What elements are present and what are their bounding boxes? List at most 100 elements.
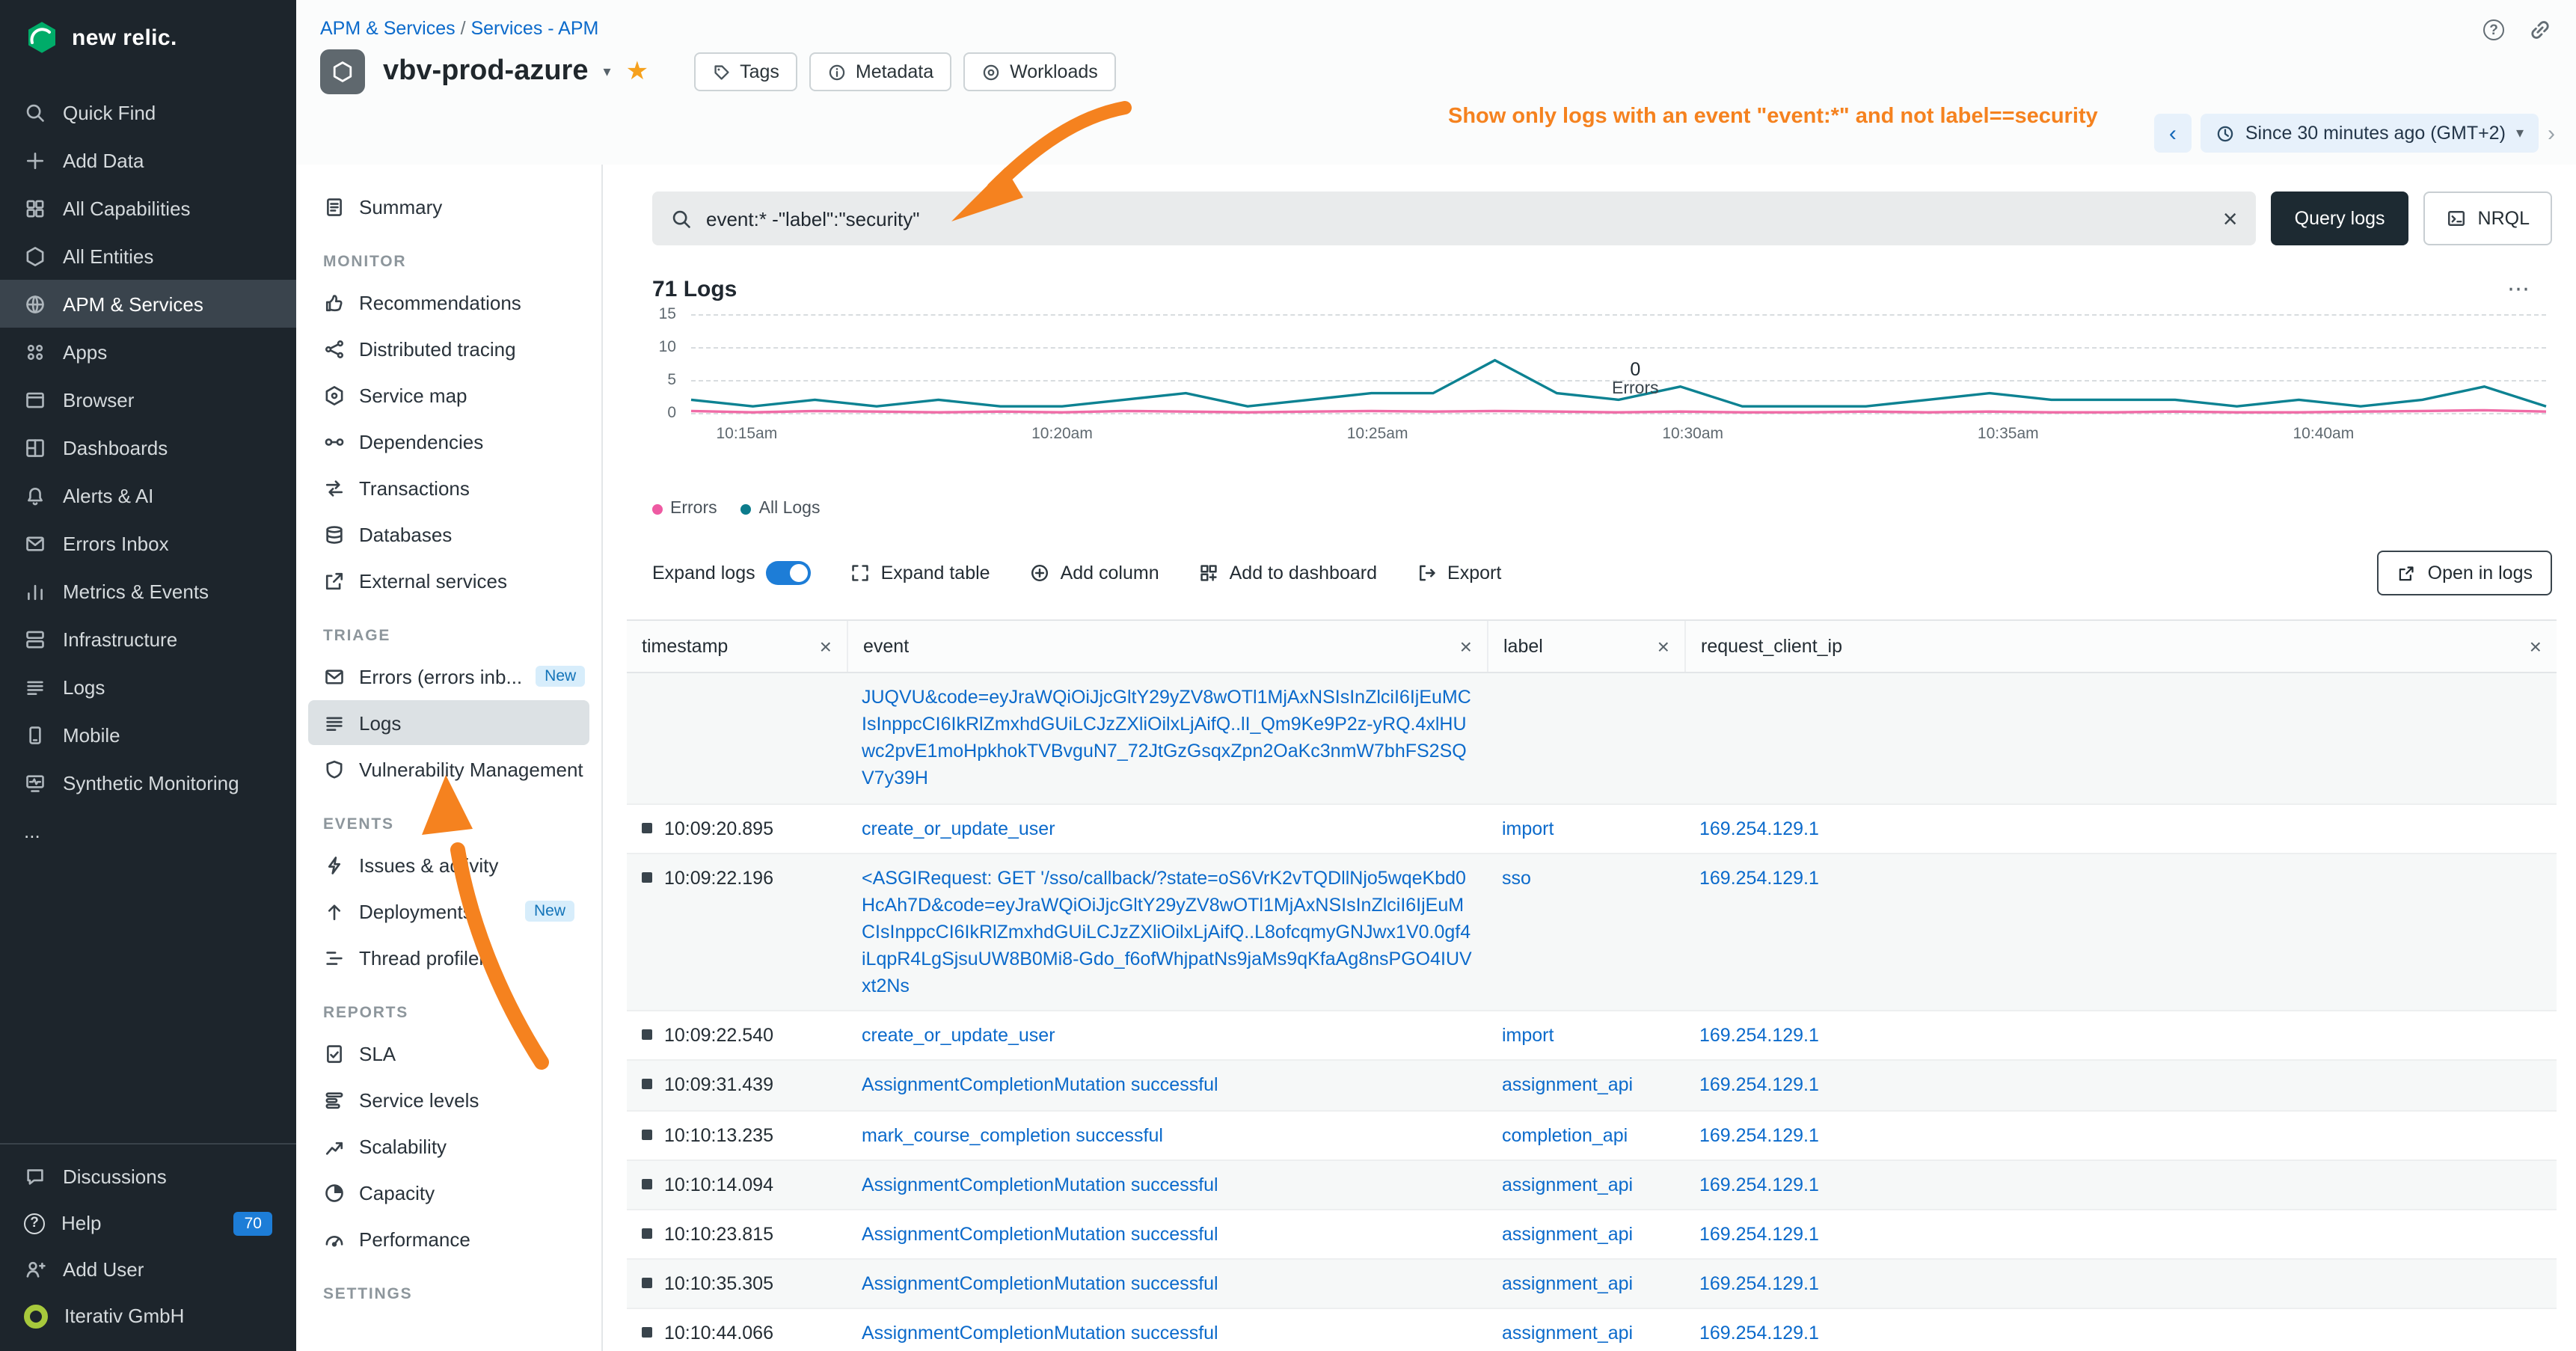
clear-query-icon[interactable]: × <box>2223 206 2238 231</box>
event-link[interactable]: AssignmentCompletionMutation successful <box>862 1273 1218 1294</box>
event-link[interactable]: create_or_update_user <box>862 818 1055 839</box>
ip-link[interactable]: 169.254.129.1 <box>1699 1026 1819 1047</box>
sidebar-item-item[interactable]: ... <box>0 806 296 854</box>
remove-column-icon[interactable]: × <box>1657 636 1669 657</box>
nav-item-issues-activity[interactable]: Issues & activity <box>308 842 589 887</box>
ip-link[interactable]: 169.254.129.1 <box>1699 867 1819 888</box>
ip-link[interactable]: 169.254.129.1 <box>1699 1224 1819 1245</box>
label-link[interactable]: assignment_api <box>1502 1273 1633 1294</box>
more-options-icon[interactable]: ⋯ <box>2507 275 2531 302</box>
newrelic-logo[interactable]: new relic. <box>0 0 296 70</box>
column-header-event[interactable]: event× <box>847 621 1487 672</box>
sidebar-item-all-capabilities[interactable]: All Capabilities <box>0 184 296 232</box>
nav-item-thread-profiler[interactable]: Thread profiler <box>308 935 589 980</box>
table-row[interactable]: 10:10:14.094AssignmentCompletionMutation… <box>627 1160 2557 1210</box>
event-link[interactable]: JUQVU&code=eyJraWQiOiJjcGltY29yZV8wOTl1M… <box>862 687 1471 789</box>
sidebar-item-mobile[interactable]: Mobile <box>0 711 296 759</box>
nav-item-deployments[interactable]: DeploymentsNew <box>308 889 589 934</box>
sidebar-item-dashboards[interactable]: Dashboards <box>0 423 296 471</box>
logs-query-input[interactable] <box>706 207 2209 230</box>
remove-column-icon[interactable]: × <box>1460 636 1472 657</box>
label-link[interactable]: sso <box>1502 867 1531 888</box>
add-to-dashboard-button[interactable]: Add to dashboard <box>1198 563 1377 583</box>
column-header-request-client-ip[interactable]: request_client_ip× <box>1684 621 2557 672</box>
sidebar-item-synthetic-monitoring[interactable]: Synthetic Monitoring <box>0 759 296 806</box>
time-back-button[interactable]: ‹ <box>2154 114 2192 153</box>
nav-item-errors-errors-inb[interactable]: Errors (errors inb...New <box>308 654 589 699</box>
row-handle-icon[interactable] <box>642 1228 652 1239</box>
sidebar-item-discussions[interactable]: Discussions <box>0 1154 296 1200</box>
table-row[interactable]: 10:10:13.235mark_course_completion succe… <box>627 1111 2557 1160</box>
row-handle-icon[interactable] <box>642 1030 652 1041</box>
sidebar-item-logs[interactable]: Logs <box>0 663 296 711</box>
nav-item-service-map[interactable]: Service map <box>308 373 589 417</box>
event-link[interactable]: AssignmentCompletionMutation successful <box>862 1224 1218 1245</box>
nav-item-recommendations[interactable]: Recommendations <box>308 280 589 325</box>
nav-item-vulnerability-management[interactable]: Vulnerability Management <box>308 747 589 791</box>
legend-all-logs[interactable]: All Logs <box>741 500 821 518</box>
workloads-button[interactable]: Workloads <box>963 52 1116 91</box>
sidebar-item-add-user[interactable]: Add User <box>0 1246 296 1293</box>
add-column-button[interactable]: Add column <box>1029 563 1159 583</box>
nav-item-transactions[interactable]: Transactions <box>308 465 589 510</box>
nav-item-dependencies[interactable]: Dependencies <box>308 419 589 464</box>
row-handle-icon[interactable] <box>642 822 652 833</box>
nav-item-summary[interactable]: Summary <box>308 184 589 229</box>
sidebar-item-add-data[interactable]: Add Data <box>0 136 296 184</box>
table-row[interactable]: 10:10:35.305AssignmentCompletionMutation… <box>627 1260 2557 1309</box>
table-row[interactable]: 10:10:23.815AssignmentCompletionMutation… <box>627 1210 2557 1260</box>
ip-link[interactable]: 169.254.129.1 <box>1699 1124 1819 1145</box>
table-row[interactable]: 10:09:22.540create_or_update_userimport1… <box>627 1012 2557 1062</box>
row-handle-icon[interactable] <box>642 871 652 882</box>
sidebar-item-apps[interactable]: Apps <box>0 328 296 376</box>
nav-item-service-levels[interactable]: Service levels <box>308 1077 589 1122</box>
nav-item-sla[interactable]: SLA <box>308 1031 589 1076</box>
ip-link[interactable]: 169.254.129.1 <box>1699 818 1819 839</box>
row-handle-icon[interactable] <box>642 1327 652 1338</box>
event-link[interactable]: AssignmentCompletionMutation successful <box>862 1323 1218 1344</box>
ip-link[interactable]: 169.254.129.1 <box>1699 1273 1819 1294</box>
row-handle-icon[interactable] <box>642 1129 652 1139</box>
remove-column-icon[interactable]: × <box>820 636 832 657</box>
table-row[interactable]: JUQVU&code=eyJraWQiOiJjcGltY29yZV8wOTl1M… <box>627 673 2557 804</box>
time-forward-icon[interactable]: › <box>2548 120 2555 146</box>
sidebar-item-help[interactable]: ?Help70 <box>0 1200 296 1246</box>
sidebar-item-metrics-events[interactable]: Metrics & Events <box>0 567 296 615</box>
sidebar-item-browser[interactable]: Browser <box>0 376 296 423</box>
ip-link[interactable]: 169.254.129.1 <box>1699 1323 1819 1344</box>
tags-button[interactable]: Tags <box>693 52 797 91</box>
nav-item-databases[interactable]: Databases <box>308 512 589 557</box>
remove-column-icon[interactable]: × <box>2530 636 2542 657</box>
sidebar-item-errors-inbox[interactable]: Errors Inbox <box>0 519 296 567</box>
event-link[interactable]: AssignmentCompletionMutation successful <box>862 1174 1218 1195</box>
label-link[interactable]: completion_api <box>1502 1124 1628 1145</box>
label-link[interactable]: assignment_api <box>1502 1174 1633 1195</box>
label-link[interactable]: assignment_api <box>1502 1224 1633 1245</box>
column-header-label[interactable]: label× <box>1487 621 1684 672</box>
row-handle-icon[interactable] <box>642 1178 652 1189</box>
row-handle-icon[interactable] <box>642 1278 652 1288</box>
open-in-logs-button[interactable]: Open in logs <box>2377 551 2552 595</box>
nav-item-distributed-tracing[interactable]: Distributed tracing <box>308 326 589 371</box>
query-logs-button[interactable]: Query logs <box>2271 192 2409 245</box>
sidebar-item-quick-find[interactable]: Quick Find <box>0 88 296 136</box>
label-link[interactable]: assignment_api <box>1502 1075 1633 1096</box>
nav-item-performance[interactable]: Performance <box>308 1216 589 1261</box>
event-link[interactable]: mark_course_completion successful <box>862 1124 1163 1145</box>
metadata-button[interactable]: Metadata <box>809 52 951 91</box>
event-link[interactable]: AssignmentCompletionMutation successful <box>862 1075 1218 1096</box>
sidebar-item-apm-services[interactable]: APM & Services <box>0 280 296 328</box>
nav-item-capacity[interactable]: Capacity <box>308 1170 589 1215</box>
breadcrumb-link[interactable]: APM & Services <box>320 18 456 39</box>
ip-link[interactable]: 169.254.129.1 <box>1699 1075 1819 1096</box>
expand-logs-toggle[interactable] <box>766 561 811 585</box>
nav-item-external-services[interactable]: External services <box>308 558 589 603</box>
expand-logs-toggle-group[interactable]: Expand logs <box>652 561 811 585</box>
sidebar-item-all-entities[interactable]: All Entities <box>0 232 296 280</box>
table-row[interactable]: 10:09:20.895create_or_update_userimport1… <box>627 804 2557 854</box>
expand-table-button[interactable]: Expand table <box>850 563 990 583</box>
export-button[interactable]: Export <box>1416 563 1501 583</box>
label-link[interactable]: import <box>1502 818 1554 839</box>
breadcrumb-link[interactable]: Services - APM <box>470 18 598 39</box>
label-link[interactable]: assignment_api <box>1502 1323 1633 1344</box>
